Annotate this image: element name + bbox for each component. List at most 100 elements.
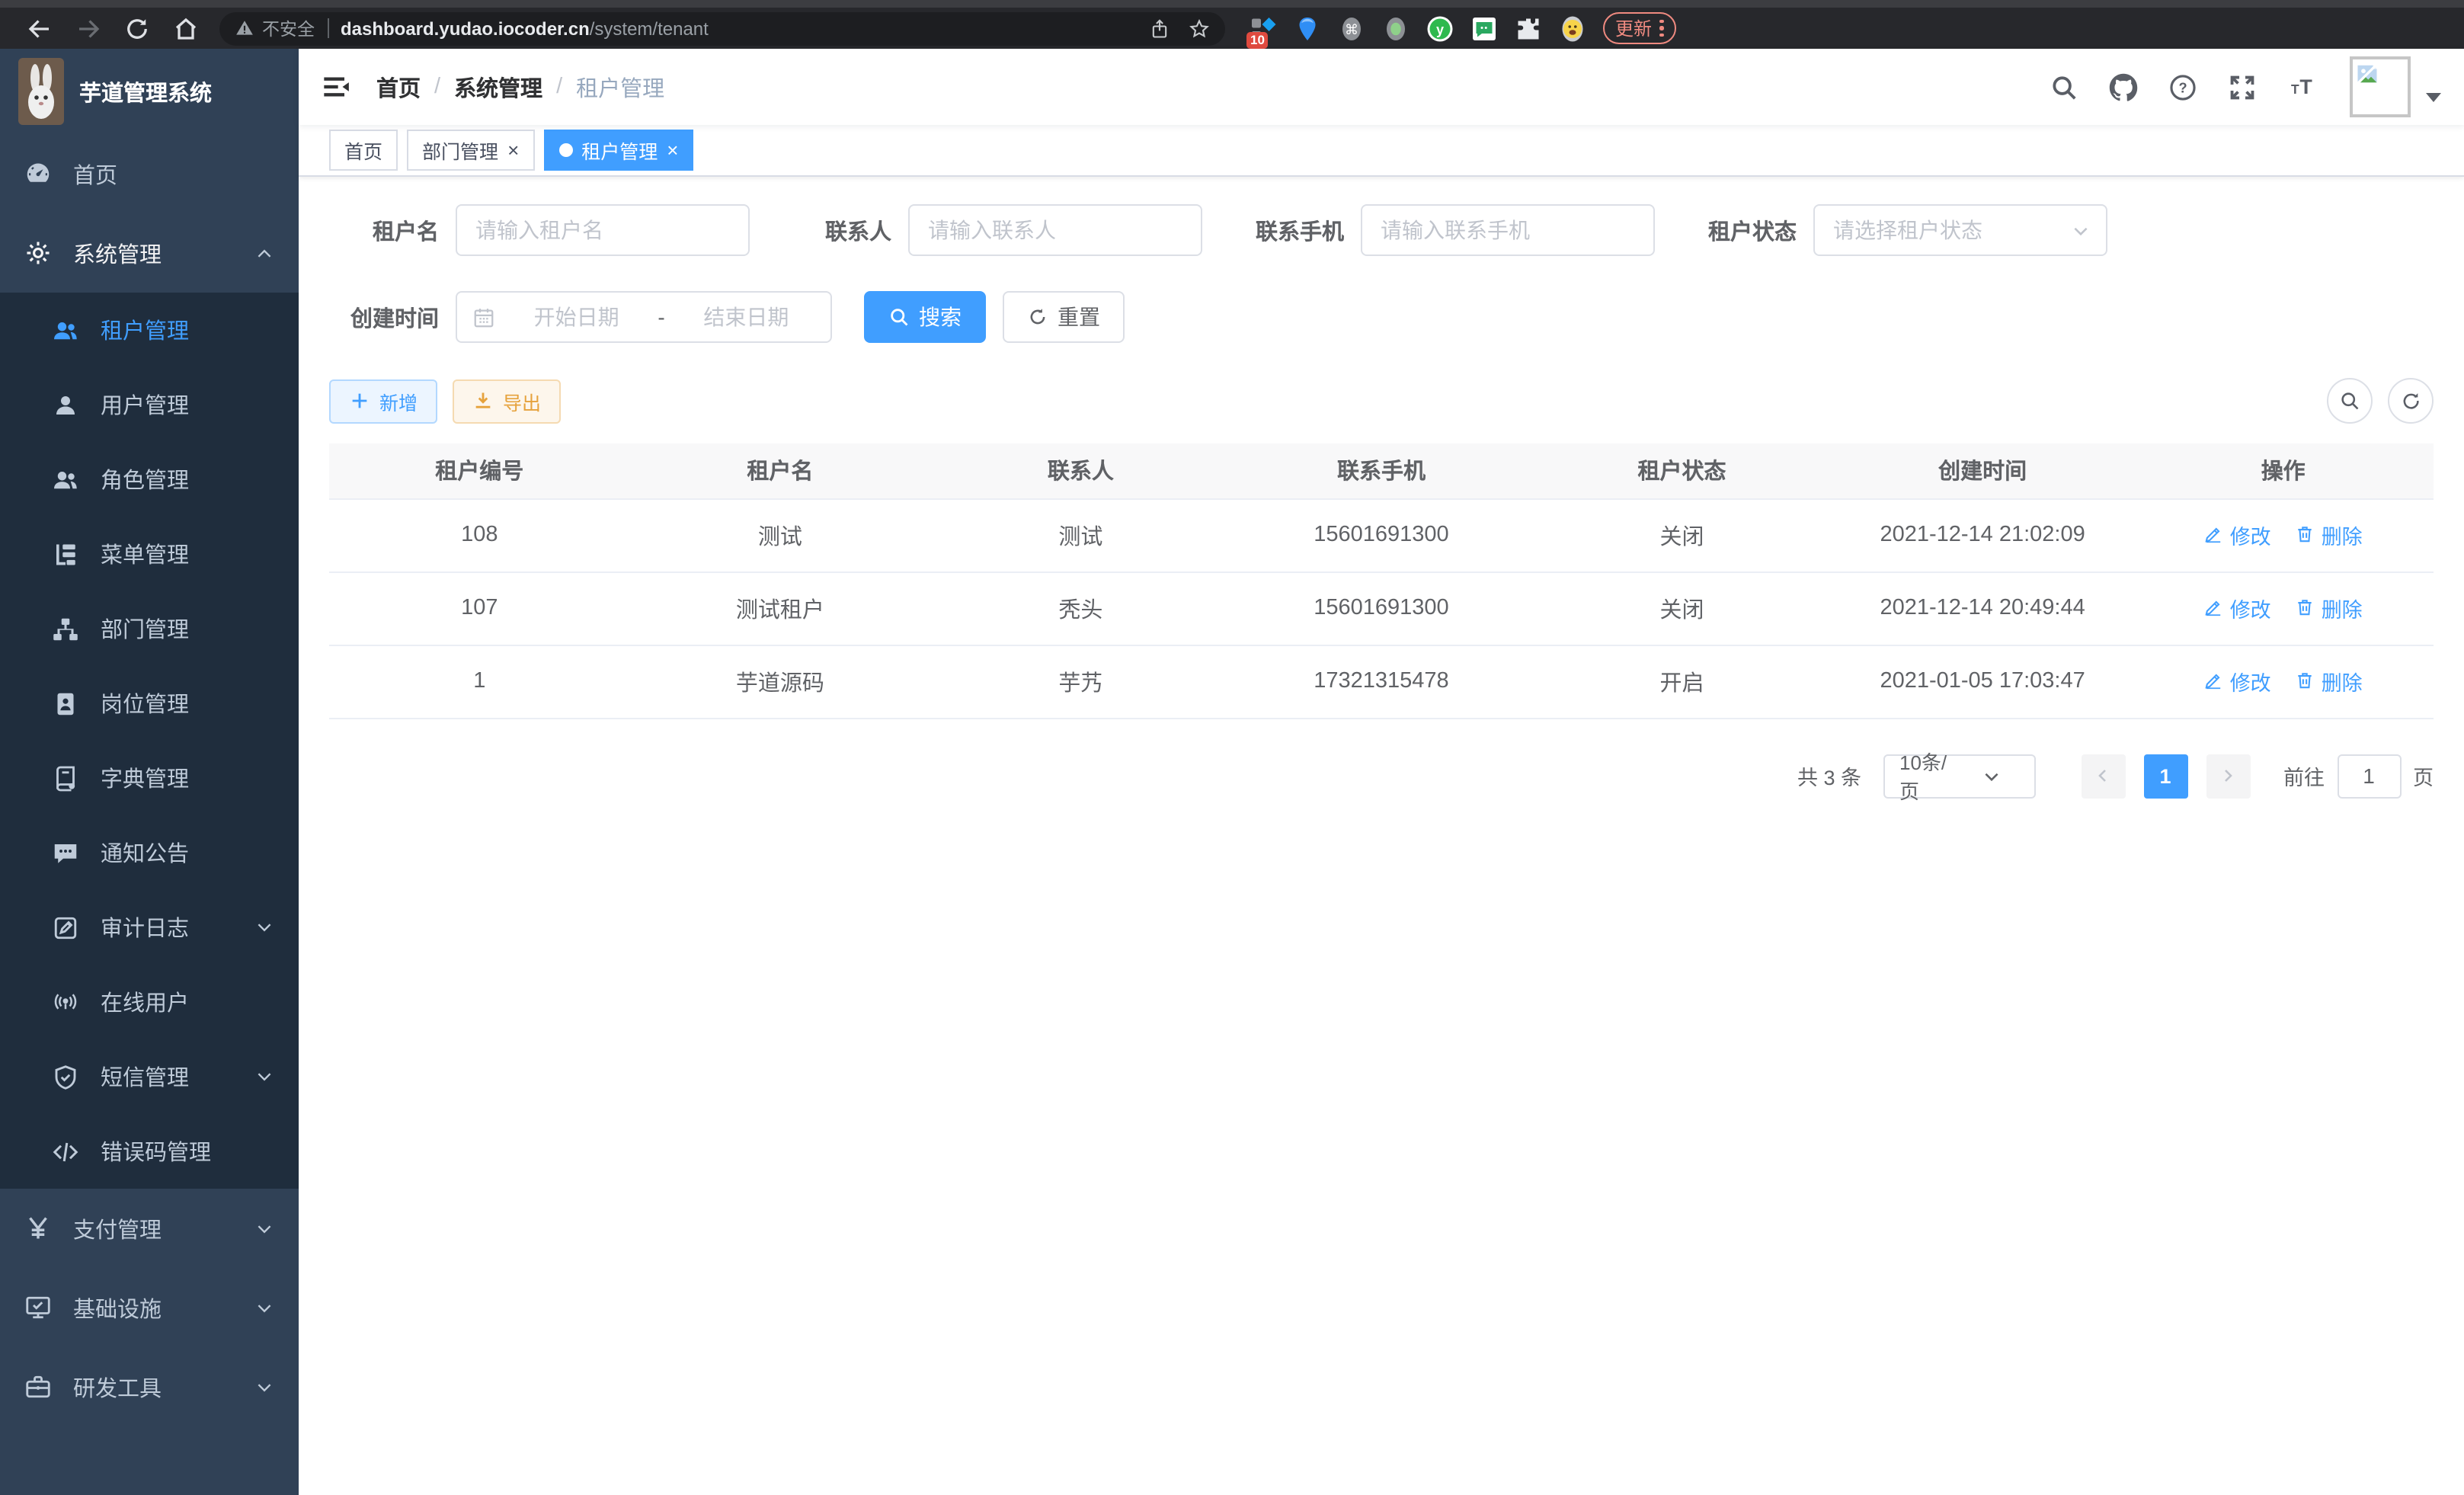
extension-tab-manager-icon[interactable]: 10 <box>1250 14 1277 42</box>
sidebar-item-online-users[interactable]: 在线用户 <box>0 965 299 1039</box>
url-path[interactable]: /system/tenant <box>590 18 709 39</box>
tab-close-icon[interactable]: × <box>667 140 678 160</box>
page-size-select[interactable]: 10条/页 <box>1883 754 2035 798</box>
next-page-button[interactable] <box>2206 754 2250 798</box>
page-size-value: 10条/页 <box>1899 747 1960 805</box>
insecure-warning-icon[interactable] <box>235 18 254 38</box>
extension-gray-circle-icon[interactable] <box>1382 14 1410 42</box>
sidebar-fold-icon[interactable] <box>322 72 352 102</box>
tab-tenant-management[interactable]: 租户管理× <box>543 130 693 171</box>
help-icon[interactable]: ? <box>2168 72 2197 101</box>
breadcrumb-item[interactable]: 首页 <box>376 71 421 103</box>
browser-forward-icon[interactable] <box>75 14 102 42</box>
sidebar-item-role-management[interactable]: 角色管理 <box>0 442 299 517</box>
cell-status: 关闭 <box>1531 498 1832 571</box>
cell-id: 107 <box>329 571 630 645</box>
mobile-input[interactable] <box>1361 204 1655 256</box>
sidebar-item-dict-management[interactable]: 字典管理 <box>0 741 299 815</box>
app-logo-row[interactable]: 芋道管理系统 <box>0 49 299 134</box>
create-time-range-picker[interactable]: 开始日期 - 结束日期 <box>456 291 832 343</box>
dev-tools-icon <box>24 1373 52 1401</box>
sidebar-item-infrastructure[interactable]: 基础设施 <box>0 1268 299 1347</box>
cell-actions: 修改删除 <box>2133 571 2434 645</box>
svg-text:?: ? <box>2178 80 2187 95</box>
sidebar-menu: 首页系统管理租户管理用户管理角色管理菜单管理部门管理岗位管理字典管理通知公告审计… <box>0 134 299 1495</box>
tab-label: 首页 <box>344 136 382 165</box>
add-button-label: 新增 <box>379 386 418 415</box>
user-avatar[interactable] <box>2350 56 2411 117</box>
column-header: 租户名 <box>630 443 931 498</box>
sidebar-item-menu-management[interactable]: 菜单管理 <box>0 517 299 591</box>
prev-page-button[interactable] <box>2081 754 2125 798</box>
sidebar-item-dept-management[interactable]: 部门管理 <box>0 591 299 666</box>
dictionary-icon <box>52 764 79 792</box>
end-date-placeholder[interactable]: 结束日期 <box>677 302 815 332</box>
sidebar-item-audit-log[interactable]: 审计日志 <box>0 890 299 965</box>
sidebar-item-error-code-management[interactable]: 错误码管理 <box>0 1114 299 1189</box>
table-row: 108测试测试15601691300关闭2021-12-14 21:02:09修… <box>329 498 2434 571</box>
sidebar-item-label: 菜单管理 <box>101 538 274 570</box>
share-icon[interactable] <box>1149 18 1170 39</box>
export-button[interactable]: 导出 <box>453 379 561 423</box>
extensions-puzzle-icon[interactable] <box>1515 14 1542 42</box>
profile-avatar-icon[interactable] <box>1559 14 1586 42</box>
edit-link[interactable]: 修改 <box>2204 666 2271 696</box>
browser-reload-icon[interactable] <box>123 14 151 42</box>
contact-input[interactable] <box>908 204 1202 256</box>
tenant-status-select[interactable]: 请选择租户状态 <box>1813 204 2107 256</box>
browser-back-icon[interactable] <box>26 14 53 42</box>
sidebar-item-user-management[interactable]: 用户管理 <box>0 367 299 442</box>
column-header: 联系人 <box>930 443 1231 498</box>
refresh-button[interactable] <box>2388 378 2434 424</box>
table-row: 1芋道源码芋艿17321315478开启2021-01-05 17:03:47修… <box>329 645 2434 718</box>
extension-balloon-icon[interactable] <box>1294 14 1321 42</box>
tab-home[interactable]: 首页 <box>329 130 398 171</box>
delete-link[interactable]: 删除 <box>2296 666 2363 696</box>
font-size-icon[interactable]: TT <box>2287 72 2316 101</box>
sidebar-item-notice-announcement[interactable]: 通知公告 <box>0 815 299 890</box>
sidebar-item-payment-management[interactable]: 支付管理 <box>0 1189 299 1268</box>
bookmark-star-icon[interactable] <box>1189 18 1210 39</box>
create-time-label: 创建时间 <box>329 301 439 333</box>
delete-link[interactable]: 删除 <box>2296 520 2363 550</box>
toggle-search-button[interactable] <box>2327 378 2373 424</box>
extension-chat-icon[interactable] <box>1470 14 1498 42</box>
sidebar-item-post-management[interactable]: 岗位管理 <box>0 666 299 741</box>
mobile-label: 联系手机 <box>1234 214 1344 246</box>
start-date-placeholder[interactable]: 开始日期 <box>507 302 645 332</box>
browser-update-button[interactable]: 更新 <box>1603 12 1675 44</box>
delete-icon <box>2296 598 2315 618</box>
browser-home-icon[interactable] <box>172 14 200 42</box>
fullscreen-icon[interactable] <box>2228 72 2257 101</box>
page-number-1[interactable]: 1 <box>2143 754 2187 798</box>
security-label[interactable]: 不安全 <box>262 16 315 40</box>
edit-link[interactable]: 修改 <box>2204 593 2271 623</box>
sidebar-item-dev-tools[interactable]: 研发工具 <box>0 1347 299 1426</box>
sidebar-item-home[interactable]: 首页 <box>0 134 299 213</box>
avatar-dropdown-caret-icon[interactable] <box>2426 93 2441 102</box>
tenants-icon <box>52 316 79 344</box>
extension-command-icon[interactable]: ⌘ <box>1338 14 1365 42</box>
add-button[interactable]: 新增 <box>329 379 437 423</box>
edit-link[interactable]: 修改 <box>2204 520 2271 550</box>
reset-button[interactable]: 重置 <box>1003 291 1125 343</box>
sidebar-item-sms-management[interactable]: 短信管理 <box>0 1039 299 1114</box>
browser-url-bar[interactable]: 不安全 dashboard.yudao.iocoder.cn /system/t… <box>219 11 1225 45</box>
goto-page-input[interactable] <box>2337 754 2401 798</box>
url-domain[interactable]: dashboard.yudao.iocoder.cn <box>341 18 590 39</box>
search-button[interactable]: 搜索 <box>864 291 986 343</box>
tab-dept-management[interactable]: 部门管理× <box>407 130 534 171</box>
tab-close-icon[interactable]: × <box>507 140 519 160</box>
github-icon[interactable] <box>2109 72 2138 101</box>
svg-text:T: T <box>2291 81 2299 96</box>
browser-menu-icon[interactable] <box>1659 20 1663 37</box>
tenant-name-input[interactable] <box>456 204 750 256</box>
header-search-icon[interactable] <box>2050 72 2078 101</box>
extension-yudao-icon[interactable]: y <box>1426 14 1454 42</box>
sidebar-item-system-management[interactable]: 系统管理 <box>0 213 299 293</box>
sidebar-item-tenant-management[interactable]: 租户管理 <box>0 293 299 367</box>
breadcrumb-item[interactable]: 系统管理 <box>454 71 542 103</box>
tags-view-bar: 首页部门管理×租户管理× <box>299 125 2464 177</box>
cell-contact: 测试 <box>930 498 1231 571</box>
delete-link[interactable]: 删除 <box>2296 593 2363 623</box>
